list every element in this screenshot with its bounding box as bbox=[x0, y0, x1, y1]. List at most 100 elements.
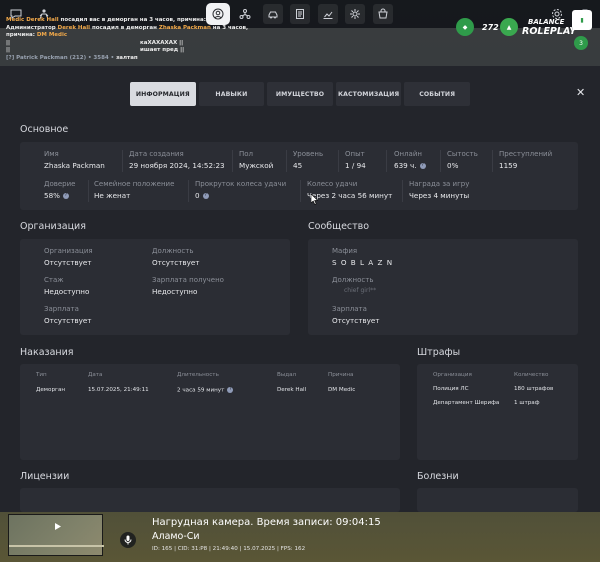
server-badge-icon: ◆ bbox=[456, 18, 474, 36]
logo-line2: ROLEPLAY bbox=[522, 26, 577, 37]
field-wheel-spins: Прокруток колеса удачи 0? bbox=[195, 180, 287, 200]
logo-line1: BALANCE bbox=[528, 18, 565, 26]
fines-card: Организация Количество Полиция ЛС 180 шт… bbox=[417, 364, 578, 460]
column-header: Длительность bbox=[177, 372, 219, 378]
field-name: Имя Zhaska Packman bbox=[44, 150, 105, 170]
organization-card: Организация Отсутствует Должность Отсутств… bbox=[20, 239, 290, 335]
section-title-fines: Штрафы bbox=[417, 347, 461, 358]
field-salary-received: Зарплата получено Недоступно bbox=[152, 276, 224, 296]
punishments-card: Тип Дата Длительность Выдал Причина Демо… bbox=[20, 364, 400, 460]
player-marker-icon bbox=[55, 523, 61, 530]
section-title-punishments: Наказания bbox=[20, 347, 74, 358]
section-title-community: Сообщество bbox=[308, 221, 370, 232]
field-trust: Доверие 58%? bbox=[44, 180, 76, 200]
field-crimes: Преступлений 1159 bbox=[499, 150, 553, 170]
info-icon[interactable]: ? bbox=[419, 163, 426, 169]
community-card: Мафия S O B L A Z N Должность chief girl**… bbox=[308, 239, 578, 335]
section-title-licenses: Лицензии bbox=[20, 471, 70, 482]
field-gender: Пол Мужской bbox=[239, 150, 274, 170]
column-header: Количество bbox=[514, 372, 549, 378]
field-community-position: Должность chief girl** bbox=[332, 276, 377, 294]
divider bbox=[338, 150, 339, 172]
info-icon[interactable]: ? bbox=[227, 387, 234, 393]
settings-gear-icon[interactable] bbox=[345, 4, 365, 24]
fine-count: 180 штрафов bbox=[514, 386, 554, 392]
info-icon[interactable]: ? bbox=[62, 193, 69, 199]
divider bbox=[232, 150, 233, 172]
chat-log: Medic Derek Hall посадил вас в деморган … bbox=[6, 17, 306, 62]
divider bbox=[122, 150, 123, 172]
field-play-reward: Награда за игру Через 4 минуты bbox=[409, 180, 470, 200]
chat-line: Medic Derek Hall посадил вас в деморган … bbox=[6, 17, 206, 23]
field-community-salary: Зарплата Отсутствует bbox=[332, 305, 380, 325]
chat-line: Администратор Derek Hall посадил в демор… bbox=[6, 24, 249, 31]
minimap bbox=[8, 514, 104, 556]
section-title-basic: Основное bbox=[20, 124, 69, 135]
punishment-duration: 2 часа 59 минут? bbox=[177, 387, 234, 394]
basic-info-card: Имя Zhaska Packman Дата создания 29 ноября… bbox=[20, 142, 578, 210]
punishment-issuer: Derek Hall bbox=[277, 387, 307, 393]
divider bbox=[88, 180, 89, 202]
chat-line: причина: DM Medic bbox=[6, 32, 68, 38]
chat-line: || каXAXAXAX || bbox=[6, 39, 184, 46]
tab-events[interactable]: СОБЫТИЯ bbox=[404, 82, 470, 106]
bodycam-status: ID: 165 | CID: 31:P8 | 21:49:40 | 15.07.… bbox=[152, 546, 306, 552]
level-badge: 3 bbox=[574, 36, 588, 50]
column-header: Дата bbox=[88, 372, 103, 378]
field-marital-status: Семейное положение Не женат bbox=[94, 180, 175, 200]
column-header: Тип bbox=[36, 372, 47, 378]
field-lucky-wheel: Колесо удачи Через 2 часа 56 минут bbox=[307, 180, 393, 200]
section-title-diseases: Болезни bbox=[417, 471, 459, 482]
info-icon[interactable]: ? bbox=[202, 193, 209, 199]
field-position: Должность Отсутствует bbox=[152, 247, 200, 267]
field-created: Дата создания 29 ноября 2024, 14:52:23 bbox=[129, 150, 225, 170]
minimap-road bbox=[9, 545, 104, 547]
chat-line: [?] Patrick Packman (212) • 3584 • залта… bbox=[6, 54, 138, 61]
fine-organization: Полиция ЛС bbox=[433, 386, 469, 392]
diseases-card bbox=[417, 488, 578, 512]
divider bbox=[402, 180, 403, 202]
tab-bar: ИНФОРМАЦИЯ НАВЫКИ ИМУЩЕСТВО КАСТОМИЗАЦИЯ… bbox=[130, 82, 470, 106]
field-online: Онлайн 639 ч.? bbox=[394, 150, 426, 170]
stats-icon[interactable] bbox=[318, 4, 338, 24]
field-salary: Зарплата Отсутствует bbox=[44, 305, 92, 325]
column-header: Выдал bbox=[277, 372, 297, 378]
divider bbox=[492, 150, 493, 172]
divider bbox=[386, 150, 387, 172]
column-header: Организация bbox=[433, 372, 472, 378]
bodycam-location: Аламо-Си bbox=[152, 531, 200, 542]
online-counter: 272 bbox=[482, 23, 499, 32]
character-info-panel: ИНФОРМАЦИЯ НАВЫКИ ИМУЩЕСТВО КАСТОМИЗАЦИЯ… bbox=[0, 66, 600, 512]
divider bbox=[300, 180, 301, 202]
section-title-organization: Организация bbox=[20, 221, 86, 232]
field-experience: Опыт 1 / 94 bbox=[345, 150, 366, 170]
field-experience-years: Стаж Недоступно bbox=[44, 276, 90, 296]
punishment-date: 15.07.2025, 21:49:11 bbox=[88, 387, 149, 393]
field-mafia: Мафия S O B L A Z N bbox=[332, 247, 394, 267]
punishment-reason: DM Medic bbox=[328, 387, 356, 393]
fine-count: 1 штраф bbox=[514, 400, 540, 406]
divider bbox=[286, 150, 287, 172]
microphone-icon[interactable] bbox=[120, 532, 136, 548]
fine-organization: Департамент Шерифа bbox=[433, 400, 500, 406]
divider bbox=[440, 150, 441, 172]
status-badge-icon: ▲ bbox=[500, 18, 518, 36]
mouse-cursor-icon bbox=[311, 194, 319, 205]
bodycam-title: Нагрудная камера. Время записи: 09:04:15 bbox=[152, 517, 381, 528]
chat-line: || ишает пред || bbox=[6, 47, 185, 53]
column-header: Причина bbox=[328, 372, 354, 378]
tab-property[interactable]: ИМУЩЕСТВО bbox=[267, 82, 333, 106]
tab-info[interactable]: ИНФОРМАЦИЯ bbox=[130, 82, 196, 106]
tab-customization[interactable]: КАСТОМИЗАЦИЯ bbox=[335, 82, 402, 106]
field-organization: Организация Отсутствует bbox=[44, 247, 93, 267]
field-level: Уровень 45 bbox=[293, 150, 324, 170]
divider bbox=[188, 180, 189, 202]
close-icon[interactable]: ✕ bbox=[576, 86, 585, 99]
field-satiety: Сытость 0% bbox=[447, 150, 478, 170]
logo-mark-icon: ▮ bbox=[572, 10, 592, 30]
punishment-type: Деморган bbox=[36, 387, 66, 393]
server-hud: ◆ 272 ▲ BALANCE ROLEPLAY ▮ 3 bbox=[456, 10, 592, 60]
licenses-card bbox=[20, 488, 400, 512]
shop-icon[interactable] bbox=[373, 4, 393, 24]
tab-skills[interactable]: НАВЫКИ bbox=[198, 82, 265, 106]
